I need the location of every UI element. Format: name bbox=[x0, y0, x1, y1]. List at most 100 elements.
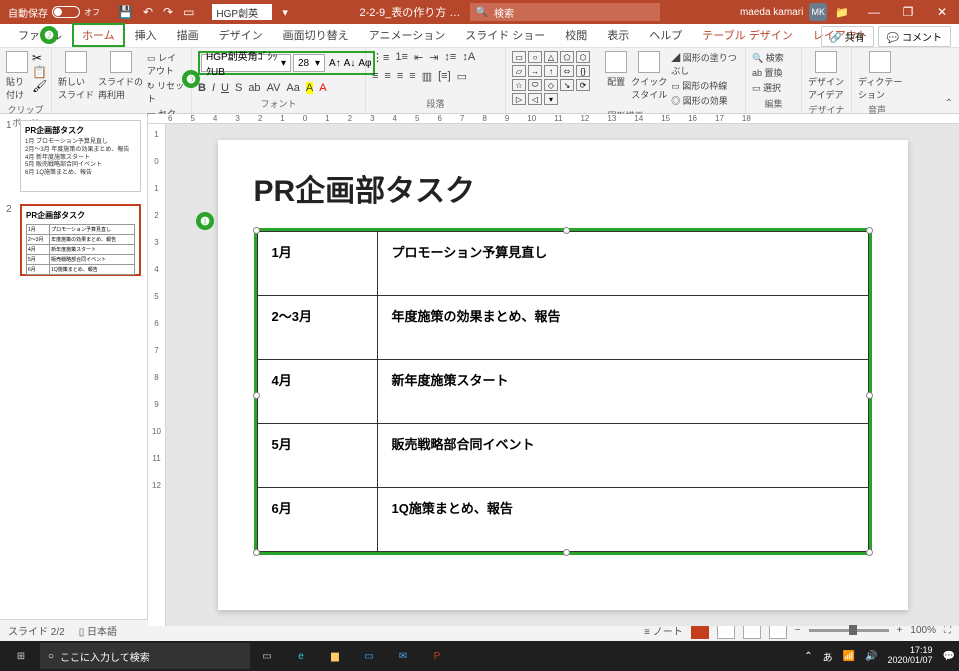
font-color-icon[interactable]: A bbox=[319, 82, 326, 94]
bullets-icon[interactable]: ⋮≡ bbox=[372, 51, 389, 64]
font-quicksearch[interactable]: HGP創英 bbox=[212, 4, 272, 20]
tab-home[interactable]: ホーム bbox=[72, 23, 125, 47]
format-painter-icon[interactable]: ✂📋🖌 bbox=[32, 51, 47, 93]
toggle-switch[interactable] bbox=[52, 6, 80, 18]
indent-inc-icon[interactable]: ⇥ bbox=[429, 51, 438, 64]
slide-title[interactable]: PR企画部タスク bbox=[254, 166, 872, 210]
explorer-icon[interactable]: ▆ bbox=[318, 642, 352, 670]
table-row: 1月プロモーション予算見直し bbox=[257, 232, 868, 296]
tab-draw[interactable]: 描画 bbox=[167, 23, 209, 47]
reuse-slide-button[interactable]: スライドの 再利用 bbox=[98, 51, 143, 101]
mail-icon[interactable]: ✉ bbox=[386, 642, 420, 670]
slide-canvas[interactable]: PR企画部タスク 1月プロモーション予算見直し 2～3月年度施策の効果まとめ、報… bbox=[218, 140, 908, 610]
volume-icon[interactable]: 🔊 bbox=[865, 651, 877, 662]
ribbon: ❸ 貼り付け ✂📋🖌 クリップボード 新しい スライド スライドの 再利用 ▭ … bbox=[0, 48, 959, 114]
tab-transitions[interactable]: 画面切り替え bbox=[273, 23, 359, 47]
language-status[interactable]: ▯ 日本語 bbox=[79, 623, 117, 638]
align-left-icon[interactable]: ≡ bbox=[372, 70, 378, 83]
bold-icon[interactable]: B bbox=[198, 82, 206, 94]
reset-button[interactable]: ↻ リセット bbox=[147, 79, 185, 105]
ribbon-options-icon[interactable]: 📁 bbox=[835, 6, 849, 19]
table-selection[interactable]: 1月プロモーション予算見直し 2～3月年度施策の効果まとめ、報告 4月新年度施策… bbox=[254, 228, 872, 555]
autosave-toggle[interactable]: 自動保存 オフ bbox=[8, 5, 100, 20]
italic-icon[interactable]: I bbox=[212, 82, 215, 94]
zoom-slider[interactable] bbox=[809, 629, 889, 632]
task-view-icon[interactable]: ▭ bbox=[250, 642, 284, 670]
tab-review[interactable]: 校閲 bbox=[555, 23, 597, 47]
grow-font-icon[interactable]: A↑ bbox=[329, 58, 341, 69]
font-name-select[interactable]: HGP創英角ｺﾞｼｯｸUB▾ bbox=[201, 54, 291, 72]
numbering-icon[interactable]: 1≡ bbox=[395, 51, 408, 64]
search-box[interactable]: 🔍 検索 bbox=[470, 3, 660, 21]
underline-icon[interactable]: U bbox=[221, 82, 229, 94]
tray-up-icon[interactable]: ⌃ bbox=[804, 651, 812, 662]
smartart-icon[interactable]: ▭ bbox=[457, 70, 467, 83]
maximize-button[interactable]: ❐ bbox=[891, 0, 925, 24]
start-button[interactable]: ⊞ bbox=[4, 642, 38, 670]
text-direction-icon[interactable]: ↕A bbox=[462, 51, 475, 64]
strike-icon[interactable]: S bbox=[235, 82, 242, 94]
taskbar-search[interactable]: ○ ここに入力して検索 bbox=[40, 643, 250, 669]
minimize-button[interactable]: ― bbox=[857, 0, 891, 24]
spacing-icon[interactable]: AV bbox=[267, 82, 281, 94]
design-ideas-button[interactable]: デザイン アイデア bbox=[808, 51, 844, 101]
find-button[interactable]: 🔍 検索 bbox=[752, 51, 784, 64]
comment-button[interactable]: 💬 コメント bbox=[878, 26, 951, 47]
store-icon[interactable]: ▭ bbox=[352, 642, 386, 670]
chevron-down-icon[interactable]: ▾ bbox=[282, 6, 288, 19]
shrink-font-icon[interactable]: A↓ bbox=[344, 58, 356, 69]
zoom-in-icon[interactable]: + bbox=[897, 625, 903, 636]
collapse-ribbon-icon[interactable]: ⌃ bbox=[945, 98, 953, 109]
align-text-icon[interactable]: [≡] bbox=[438, 70, 451, 83]
tab-slideshow[interactable]: スライド ショー bbox=[455, 23, 555, 47]
tab-insert[interactable]: 挿入 bbox=[125, 23, 167, 47]
save-icon[interactable]: 💾 bbox=[118, 5, 133, 19]
shape-outline-button[interactable]: ▭ 図形の枠線 bbox=[671, 79, 739, 92]
wifi-icon[interactable]: 📶 bbox=[843, 651, 855, 662]
clock[interactable]: 17:19 2020/01/07 bbox=[888, 646, 933, 666]
tab-view[interactable]: 表示 bbox=[597, 23, 639, 47]
notification-icon[interactable]: 💬 bbox=[943, 651, 955, 662]
zoom-out-icon[interactable]: − bbox=[795, 625, 801, 636]
replace-button[interactable]: ab 置換 bbox=[752, 66, 784, 79]
share-button[interactable]: 🔗 共有 bbox=[821, 26, 874, 47]
line-spacing-icon[interactable]: ↕≡ bbox=[444, 51, 456, 64]
undo-icon[interactable]: ↶ bbox=[143, 5, 153, 19]
slideshow-icon[interactable]: ▭ bbox=[183, 5, 194, 19]
font-size-select[interactable]: 28▾ bbox=[293, 54, 325, 72]
align-right-icon[interactable]: ≡ bbox=[397, 70, 403, 83]
powerpoint-icon[interactable]: P bbox=[420, 642, 454, 670]
select-button[interactable]: ▭ 選択 bbox=[752, 81, 784, 94]
new-slide-button[interactable]: 新しい スライド bbox=[58, 51, 94, 101]
thumbnail-1[interactable]: 1 PR企画部タスク 1月 プロモーション予算見直し 2月～3月 年度施策の効果… bbox=[6, 120, 141, 192]
user-account[interactable]: maeda kamari MK bbox=[740, 3, 827, 21]
fit-window-icon[interactable]: ⛶ bbox=[944, 625, 951, 636]
justify-icon[interactable]: ≡ bbox=[409, 70, 415, 83]
dictate-button[interactable]: ディクテー ション bbox=[858, 51, 902, 101]
shape-effects-button[interactable]: ◎ 図形の効果 bbox=[671, 94, 739, 107]
redo-icon[interactable]: ↷ bbox=[163, 5, 173, 19]
tab-design[interactable]: デザイン bbox=[209, 23, 273, 47]
tab-table-design[interactable]: テーブル デザイン bbox=[692, 23, 802, 47]
slide-counter[interactable]: スライド 2/2 bbox=[8, 623, 65, 638]
paste-button[interactable]: 貼り付け bbox=[6, 51, 28, 101]
task-table[interactable]: 1月プロモーション予算見直し 2～3月年度施策の効果まとめ、報告 4月新年度施策… bbox=[257, 231, 869, 552]
indent-dec-icon[interactable]: ⇤ bbox=[414, 51, 423, 64]
close-button[interactable]: ✕ bbox=[925, 0, 959, 24]
highlight-icon[interactable]: A bbox=[306, 82, 313, 94]
edge-icon[interactable]: e bbox=[284, 642, 318, 670]
shape-fill-button[interactable]: ◢ 図形の塗りつぶし bbox=[671, 51, 739, 77]
case-icon[interactable]: Aa bbox=[286, 82, 299, 94]
quick-styles-button[interactable]: クイック スタイル bbox=[631, 51, 667, 101]
ime-icon[interactable]: あ bbox=[823, 649, 833, 664]
shapes-gallery[interactable]: ▭○△⬠⬡▱ →↑⬄{}☆⬭ ◇↘⟳▷◁▾ bbox=[512, 51, 601, 105]
tab-help[interactable]: ヘルプ bbox=[639, 23, 692, 47]
thumbnail-2[interactable]: 2 PR企画部タスク 1月プロモーション予算見直し 2～3月年度施策の効果まとめ… bbox=[6, 204, 141, 276]
zoom-level[interactable]: 100% bbox=[910, 625, 936, 636]
tab-animations[interactable]: アニメーション bbox=[359, 23, 456, 47]
columns-icon[interactable]: ▥ bbox=[422, 70, 432, 83]
shadow-icon[interactable]: ab bbox=[248, 82, 260, 94]
arrange-button[interactable]: 配置 bbox=[605, 51, 627, 88]
align-center-icon[interactable]: ≡ bbox=[384, 70, 390, 83]
layout-button[interactable]: ▭ レイアウト bbox=[147, 51, 185, 77]
